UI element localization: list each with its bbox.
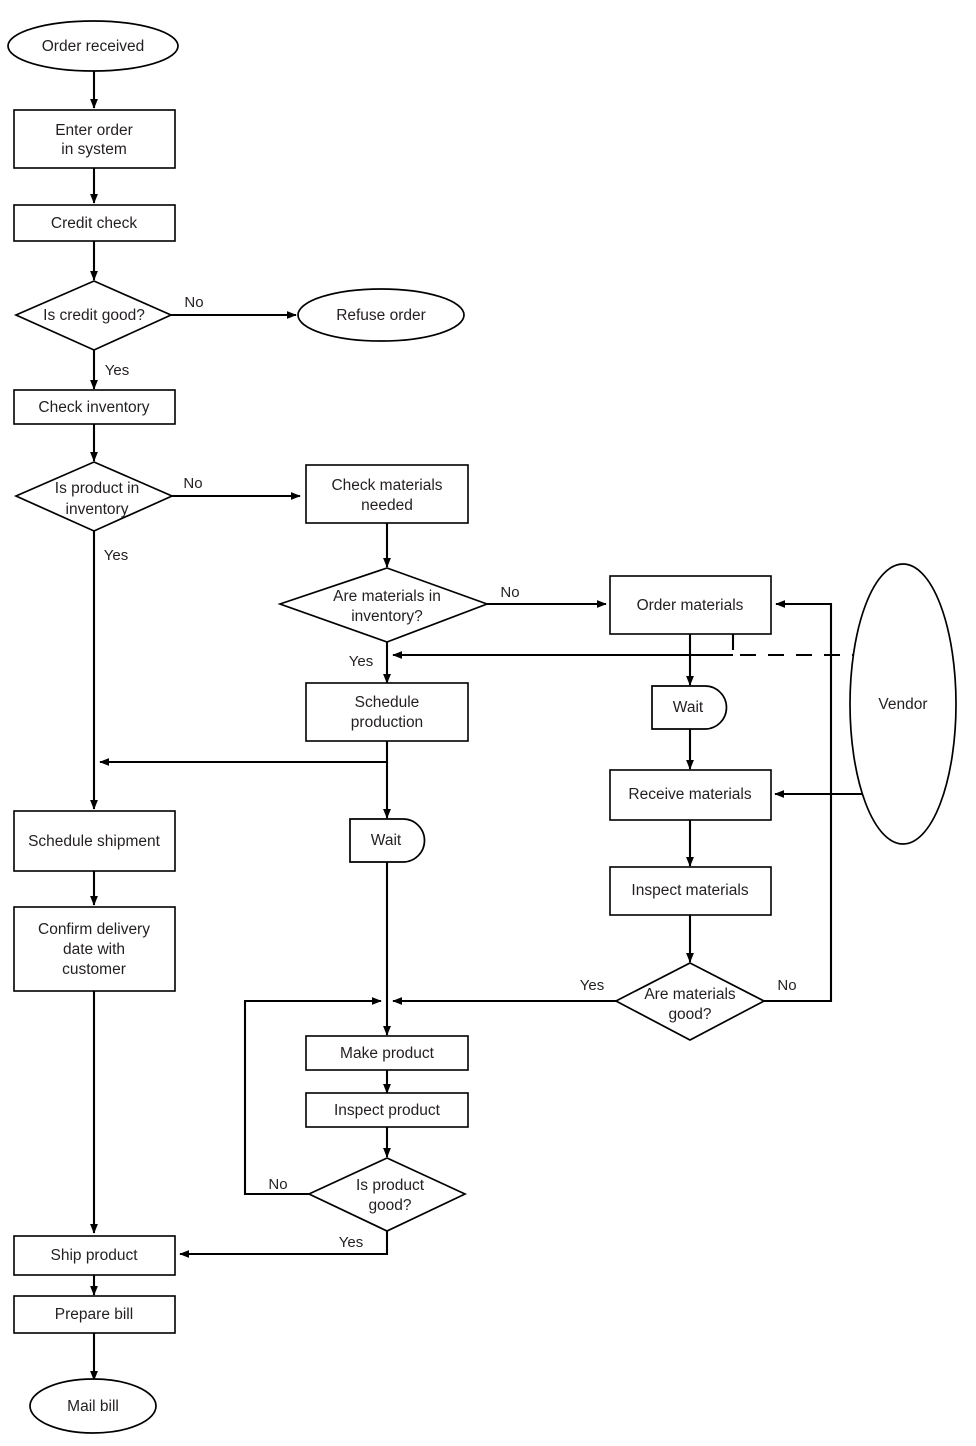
edge-label-materials-inventory-no: No (500, 584, 519, 601)
node-schedule-production-label-line2: production (351, 714, 423, 731)
edge-label-product-inventory-yes: Yes (104, 547, 128, 564)
node-are-materials-good-label-line2: good? (668, 1006, 711, 1023)
node-schedule-production[interactable]: Schedule production (305, 682, 469, 742)
node-confirm-delivery-label-line2: date with (63, 941, 125, 958)
node-enter-order[interactable]: Enter order in system (13, 109, 176, 169)
flowchart-svg: Refuse order --> Check inventory --> Che… (7, 20, 957, 1434)
node-check-inventory-label: Check inventory (38, 399, 149, 416)
node-are-materials-in-inventory-label-line2: inventory? (351, 608, 423, 625)
node-schedule-production-label-line1: Schedule (355, 694, 420, 711)
node-check-materials-needed-label-line1: Check materials (331, 477, 442, 494)
node-vendor-label: Vendor (878, 696, 927, 713)
edge-label-product-good-no: No (268, 1176, 287, 1193)
node-confirm-delivery[interactable]: Confirm delivery date with customer (13, 906, 176, 992)
edge-label-credit-no: No (184, 294, 203, 311)
node-enter-order-label-line2: in system (61, 141, 126, 158)
node-prepare-bill[interactable]: Prepare bill (13, 1295, 176, 1334)
node-is-product-in-inventory-label-line2: inventory (66, 501, 129, 518)
node-refuse-order-label: Refuse order (336, 307, 426, 324)
edge-label-materials-inventory-yes: Yes (349, 653, 373, 670)
node-refuse-order[interactable]: Refuse order (297, 288, 465, 342)
node-is-product-in-inventory-label-line1: Is product in (55, 480, 139, 497)
node-ship-product[interactable]: Ship product (13, 1235, 176, 1276)
node-order-received[interactable]: Order received (7, 20, 179, 72)
node-make-product[interactable]: Make product (305, 1035, 469, 1071)
node-vendor[interactable]: Vendor (849, 563, 957, 845)
node-schedule-shipment-label: Schedule shipment (28, 833, 161, 850)
node-inspect-product[interactable]: Inspect product (305, 1092, 469, 1128)
node-credit-check-label: Credit check (51, 215, 137, 232)
node-are-materials-good-label-line1: Are materials (644, 986, 736, 1003)
node-wait-production-label: Wait (371, 832, 402, 849)
node-wait-materials-label: Wait (673, 699, 704, 716)
node-check-materials-needed[interactable]: Check materials needed (305, 464, 469, 524)
edge-order-materials-to-vendor-dashed (731, 634, 871, 659)
node-inspect-materials-label: Inspect materials (631, 882, 748, 899)
edge-label-materials-good-yes: Yes (580, 977, 604, 994)
edge-label-materials-good-no: No (777, 977, 796, 994)
node-is-credit-good[interactable]: Is credit good? (13, 280, 174, 351)
node-inspect-materials[interactable]: Inspect materials (609, 866, 772, 916)
node-receive-materials-label: Receive materials (628, 786, 751, 803)
node-confirm-delivery-label-line1: Confirm delivery (38, 921, 150, 938)
connectors: Refuse order --> Check inventory --> Che… (90, 71, 871, 1381)
node-prepare-bill-label: Prepare bill (55, 1306, 133, 1323)
edge-label-credit-yes: Yes (105, 362, 129, 379)
node-are-materials-good[interactable]: Are materials good? (614, 962, 766, 1041)
node-order-materials[interactable]: Order materials (609, 575, 772, 635)
node-enter-order-label-line1: Enter order (55, 122, 133, 139)
node-order-materials-label: Order materials (637, 597, 744, 614)
node-credit-check[interactable]: Credit check (13, 204, 176, 242)
node-is-product-good[interactable]: Is product good? (306, 1157, 468, 1232)
node-receive-materials[interactable]: Receive materials (609, 769, 772, 821)
flowchart-canvas: Refuse order --> Check inventory --> Che… (0, 0, 976, 1446)
node-check-materials-needed-label-line2: needed (361, 497, 413, 514)
node-inspect-product-label: Inspect product (334, 1102, 441, 1119)
node-is-product-in-inventory[interactable]: Is product in inventory (13, 461, 175, 532)
node-are-materials-in-inventory[interactable]: Are materials in inventory? (277, 567, 490, 643)
node-confirm-delivery-label-line3: customer (62, 961, 126, 978)
edge-schedule-production-to-main-spine (99, 741, 389, 766)
node-wait-materials[interactable]: Wait (651, 685, 728, 730)
node-wait-production[interactable]: Wait (349, 818, 426, 863)
edge-materials-good-no-to-order-materials (764, 600, 833, 1003)
node-order-received-label: Order received (42, 38, 145, 55)
node-make-product-label: Make product (340, 1045, 435, 1062)
node-check-inventory[interactable]: Check inventory (13, 389, 176, 425)
edge-label-product-inventory-no: No (183, 475, 202, 492)
node-schedule-shipment[interactable]: Schedule shipment (13, 810, 176, 872)
node-mail-bill-label: Mail bill (67, 1398, 119, 1415)
node-is-product-good-label-line2: good? (368, 1197, 411, 1214)
node-is-credit-good-label: Is credit good? (43, 307, 145, 324)
node-are-materials-in-inventory-label-line1: Are materials in (333, 588, 441, 605)
node-mail-bill[interactable]: Mail bill (29, 1378, 157, 1434)
node-is-product-good-label-line1: Is product (356, 1177, 425, 1194)
node-ship-product-label: Ship product (50, 1247, 138, 1264)
edge-label-product-good-yes: Yes (339, 1234, 363, 1251)
